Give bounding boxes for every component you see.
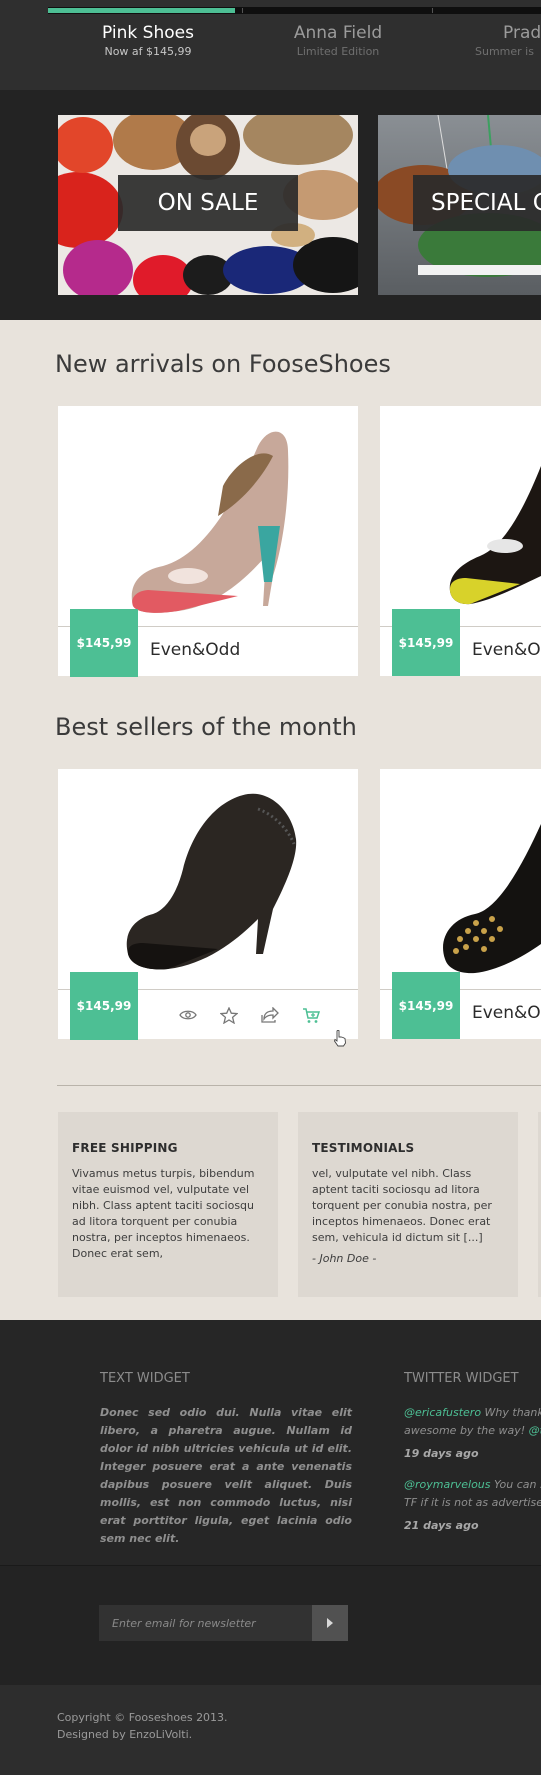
share-icon[interactable]: [258, 1004, 282, 1026]
info-box-title: TESTIMONIALS: [312, 1141, 415, 1155]
banner-label: ON SALE: [118, 175, 298, 231]
slider-tab-subtitle: Limited Edition: [296, 45, 380, 58]
info-box-text: Vivamus metus turpis, bibendum vitae eui…: [72, 1167, 255, 1260]
price-badge: $145,99: [392, 972, 460, 1039]
section-title-new-arrivals: New arrivals on FooseShoes: [55, 350, 391, 378]
tweet: @roymarvelous You can s TF if it is not …: [404, 1476, 541, 1534]
info-box-text: vel, vulputate vel nibh. Class aptent ta…: [312, 1167, 492, 1244]
product-bar: $145,99 Even&O: [380, 609, 541, 676]
tweet: @ericafustero Why thank awesome by the w…: [404, 1404, 541, 1462]
widget-title-text: TEXT WIDGET: [100, 1371, 190, 1387]
tweet-time: 19 days ago: [404, 1447, 479, 1460]
price-badge: $145,99: [392, 609, 460, 676]
tweet-handle[interactable]: @ericafustero: [404, 1406, 481, 1419]
testimonial-author: - John Doe -: [312, 1252, 377, 1265]
newsletter-email-input[interactable]: [99, 1605, 312, 1641]
slider-tab-title: Anna Field: [293, 23, 383, 43]
newsletter-submit-button[interactable]: [312, 1605, 348, 1641]
tweet-handle[interactable]: @tr: [529, 1424, 541, 1437]
star-icon[interactable]: [217, 1004, 241, 1026]
slider-tab-subtitle: Now af $145,99: [104, 45, 192, 58]
pink-peep-toe-shoe-image: [131, 431, 289, 613]
banner-label: SPECIAL C: [413, 175, 541, 231]
chevron-right-icon: [327, 1618, 333, 1628]
widget-title-twitter: TWITTER WIDGET: [404, 1371, 519, 1387]
product-image: [380, 769, 541, 989]
widget-title: TWITTER WIDGET: [404, 1371, 519, 1386]
product-bar: $145,99 Even&O: [380, 972, 541, 1039]
hand-cursor-icon: [333, 1029, 347, 1051]
product-bar: $145,99: [58, 972, 358, 1040]
product-brand[interactable]: Even&O: [472, 1002, 541, 1024]
product-brand[interactable]: Even&O: [472, 639, 541, 661]
tweet-text: You can s: [490, 1478, 541, 1491]
banner-special[interactable]: SPECIAL C: [378, 115, 541, 295]
designer-credit: Designed by EnzoLiVolti.: [57, 1728, 193, 1741]
slider-tab-subtitle: Summer is: [475, 45, 534, 58]
price-badge: $145,99: [70, 972, 138, 1040]
copyright-text: Copyright © Fooseshoes 2013.: [57, 1711, 228, 1724]
slider-tab-prada[interactable]: Prad Summer is: [475, 22, 541, 59]
black-patent-shoe-image: [449, 466, 541, 605]
info-box-testimonials: TESTIMONIALS vel, vulputate vel nibh. Cl…: [298, 1112, 518, 1297]
product-actions: [176, 1004, 323, 1026]
section-title-best-sellers: Best sellers of the month: [55, 713, 357, 741]
add-to-cart-icon[interactable]: [299, 1004, 323, 1026]
tweet-time: 21 days ago: [404, 1519, 479, 1532]
slider-tick: [242, 8, 243, 13]
eye-icon[interactable]: [176, 1004, 200, 1026]
section-divider: [57, 1085, 541, 1086]
slider-tab-title: Pink Shoes: [102, 23, 194, 43]
slider-progress-fill: [48, 8, 236, 13]
product-card[interactable]: $145,99: [58, 769, 358, 1040]
text-widget-body: Donec sed odio dui. Nulla vitae elit lib…: [100, 1406, 352, 1545]
info-box-free-shipping: FREE SHIPPING Vivamus metus turpis, bibe…: [58, 1112, 278, 1297]
tweet-handle[interactable]: @roymarvelous: [404, 1478, 491, 1491]
slider-progress-track: [48, 7, 541, 14]
product-bar: $145,99 Even&Odd: [58, 609, 358, 677]
product-image: [58, 769, 358, 989]
widget-title: TEXT WIDGET: [100, 1371, 190, 1386]
tweet-text: TF if it is not as advertised: [404, 1496, 541, 1509]
product-image: [380, 406, 541, 626]
slider-tick: [432, 8, 433, 13]
banner-on-sale[interactable]: ON SALE: [58, 115, 358, 295]
price-badge: $145,99: [70, 609, 138, 677]
product-card[interactable]: $145,99 Even&O: [380, 406, 541, 676]
slider-tab-anna-field[interactable]: Anna Field Limited Edition: [278, 22, 398, 59]
slider-tab-pink-shoes[interactable]: Pink Shoes Now af $145,99: [88, 22, 208, 59]
studded-black-pump-image: [443, 824, 541, 974]
product-card[interactable]: $145,99 Even&O: [380, 769, 541, 1039]
product-image: [58, 406, 358, 626]
product-card[interactable]: $145,99 Even&Odd: [58, 406, 358, 677]
tweet-text: Why thank: [481, 1406, 541, 1419]
tweet-text: awesome by the way!: [404, 1424, 529, 1437]
product-brand[interactable]: Even&Odd: [150, 639, 240, 661]
black-ankle-boot-image: [126, 793, 297, 970]
slider-tab-title: Prad: [503, 23, 541, 43]
info-box-title: FREE SHIPPING: [72, 1141, 178, 1155]
